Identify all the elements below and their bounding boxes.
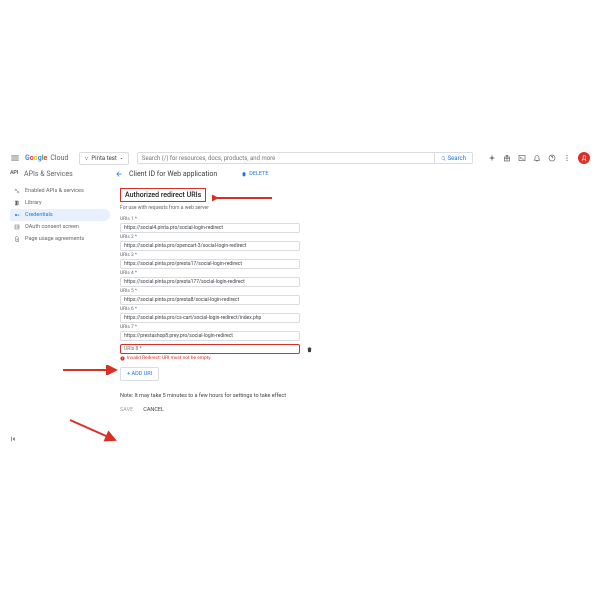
uri-input[interactable] — [120, 295, 300, 305]
back-arrow-icon[interactable] — [115, 170, 123, 178]
console-icon[interactable] — [518, 154, 526, 162]
bell-icon[interactable] — [533, 154, 541, 162]
project-icon — [84, 156, 89, 161]
pane-header: Client ID for Web application DELETE — [109, 170, 269, 178]
search-bar: Search — [137, 152, 473, 164]
avatar[interactable]: Д — [578, 152, 590, 164]
uri-input[interactable] — [120, 277, 300, 287]
uri-label: URIs 1 * — [120, 217, 315, 222]
uri-input[interactable] — [120, 241, 300, 251]
section-subtext: For use with requests from a web server — [120, 205, 315, 211]
uri-input[interactable] — [120, 313, 300, 323]
project-selector[interactable]: Pinta test — [79, 152, 128, 165]
uri-label: URIs 7 * — [120, 325, 315, 330]
nav-enabled-apis[interactable]: Enabled APIs & services — [10, 185, 110, 197]
nav-library[interactable]: Library — [10, 197, 110, 209]
nav-credentials[interactable]: Credentials — [10, 209, 110, 221]
save-button[interactable]: SAVE — [120, 407, 133, 413]
uri-input[interactable] — [120, 331, 300, 341]
help-icon[interactable] — [548, 154, 556, 162]
uri-input[interactable] — [120, 259, 300, 269]
row2: API APIs & Services Client ID for Web ap… — [10, 170, 590, 178]
annotation-arrow — [65, 415, 125, 445]
google-cloud-logo[interactable]: Google Cloud — [25, 154, 68, 162]
collapse-sidebar-icon[interactable] — [10, 435, 18, 445]
uri-label: URIs 5 * — [120, 289, 315, 294]
delete-button[interactable]: DELETE — [241, 171, 268, 177]
cancel-button[interactable]: CANCEL — [143, 407, 164, 413]
api-service-icon: API — [10, 170, 20, 178]
sidebar: Enabled APIs & services Library Credenti… — [10, 185, 110, 245]
search-button[interactable]: Search — [434, 153, 472, 163]
search-icon — [441, 156, 446, 161]
annotation-arrow — [58, 365, 123, 375]
note-text: Note: It may take 5 minutes to a few hou… — [120, 393, 315, 399]
gift-icon[interactable] — [503, 154, 511, 162]
trash-icon[interactable] — [306, 346, 313, 353]
trash-icon — [241, 171, 247, 177]
nav-page-usage[interactable]: Page usage agreements — [10, 233, 110, 245]
menu-icon[interactable] — [10, 153, 20, 163]
gemini-icon[interactable] — [488, 154, 496, 162]
page-title: Client ID for Web application — [129, 170, 217, 178]
caret-down-icon — [119, 156, 124, 161]
section-header: Authorized redirect URIs — [120, 188, 206, 202]
uri-label: URIs 2 * — [120, 235, 315, 240]
add-uri-button[interactable]: + ADD URI — [120, 367, 159, 381]
uri-label: URIs 6 * — [120, 307, 315, 312]
uri-input-error[interactable] — [120, 344, 300, 354]
error-message: Invalid Redirect: URI must not be empty. — [120, 356, 315, 361]
main-pane: Authorized redirect URIs For use with re… — [120, 188, 315, 413]
search-input[interactable] — [138, 155, 434, 162]
uri-label: URIs 3 * — [120, 253, 315, 258]
top-icons: Д — [488, 152, 590, 164]
top-bar: Google Cloud Pinta test Search Д — [10, 150, 590, 166]
uri-input[interactable] — [120, 223, 300, 233]
service-name: APIs & Services — [24, 170, 109, 178]
uri-fields: URIs 1 * URIs 2 * URIs 3 * URIs 4 * URIs 5 *… — [120, 217, 315, 341]
more-icon[interactable] — [563, 154, 571, 162]
error-icon — [120, 356, 125, 361]
nav-oauth-consent[interactable]: OAuth consent screen — [10, 221, 110, 233]
uri-label: URIs 4 * — [120, 271, 315, 276]
